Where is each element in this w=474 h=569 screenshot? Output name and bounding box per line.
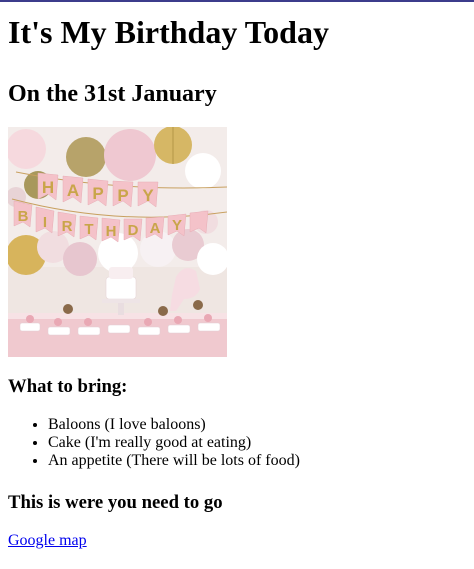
list-item: Baloons (I love baloons) <box>48 416 466 434</box>
svg-text:D: D <box>128 222 139 239</box>
google-map-link[interactable]: Google map <box>8 532 87 550</box>
svg-text:T: T <box>84 221 93 238</box>
svg-text:Y: Y <box>142 186 154 205</box>
svg-text:A: A <box>67 181 79 200</box>
svg-text:Y: Y <box>172 217 182 234</box>
list-item: Cake (I'm really good at eating) <box>48 434 466 452</box>
svg-text:P: P <box>92 184 103 203</box>
list-item: An appetite (There will be lots of food) <box>48 452 466 470</box>
date-subtitle: On the 31st January <box>8 81 217 107</box>
bring-list: Baloons (I love baloons) Cake (I'm reall… <box>8 416 466 470</box>
svg-text:R: R <box>62 218 73 235</box>
svg-text:B: B <box>18 208 29 225</box>
birthday-party-image: H A P P Y B I R T H D A Y <box>8 127 227 357</box>
svg-text:P: P <box>117 186 128 205</box>
svg-text:H: H <box>106 223 117 240</box>
page-title: It's My Birthday Today <box>8 14 329 50</box>
page: It's My Birthday Today On the 31st Janua… <box>0 14 474 550</box>
directions-heading: This is were you need to go <box>8 492 223 513</box>
svg-text:I: I <box>43 214 47 231</box>
svg-text:A: A <box>150 220 161 237</box>
svg-text:H: H <box>42 178 54 197</box>
bring-heading: What to bring: <box>8 376 128 397</box>
